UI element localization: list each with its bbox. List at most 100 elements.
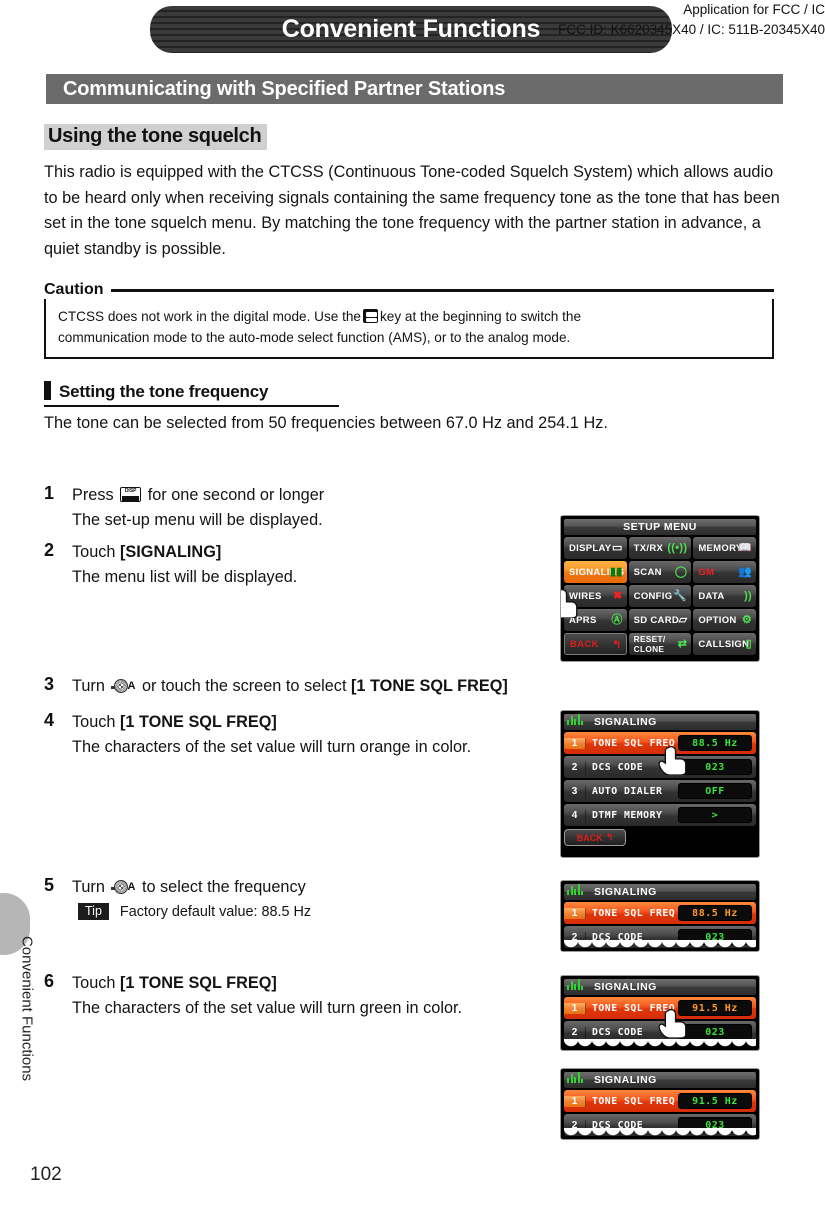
menu-cell-callsign[interactable]: CALLSIGN ▯	[693, 633, 756, 655]
folder-icon: ▱	[678, 614, 688, 626]
menu-cell-sdcard[interactable]: SD CARD ▱	[628, 609, 692, 631]
bars-icon: ▮▮	[609, 566, 623, 578]
menu-cell-txrx[interactable]: TX/RX ((•))	[628, 537, 692, 559]
signaling-row-4[interactable]: 4 DTMF MEMORY >	[564, 804, 756, 826]
menu-cell-label: SD CARD	[633, 614, 680, 626]
caution-line-1: CTCSS does not work in the digital mode.…	[58, 306, 762, 327]
caution-body: CTCSS does not work in the digital mode.…	[44, 299, 774, 359]
menu-cell-option[interactable]: OPTION ⚙	[693, 609, 756, 631]
row-value[interactable]: >	[678, 807, 752, 823]
section-title-text: Communicating with Specified Partner Sta…	[63, 77, 506, 100]
menu-cell-label: TX/RX	[633, 542, 664, 554]
step-3-main-c: [1 TONE SQL FREQ]	[351, 677, 508, 695]
step-6-main: Touch [1 TONE SQL FREQ]	[72, 971, 524, 995]
menu-cell-memory[interactable]: MEMORY 📖	[693, 537, 756, 559]
procedure-heading-text: Setting the tone frequency	[59, 382, 269, 401]
fcc-application-line: Application for FCC / IC	[683, 2, 825, 17]
swap-arrows-icon: ⇄	[677, 638, 688, 650]
signaling-title-text: SIGNALING	[594, 981, 657, 993]
signaling-row-1[interactable]: 1 TONE SQL FREQ 88.5 Hz	[564, 902, 756, 924]
step-2-main-b: [SIGNALING]	[119, 543, 222, 561]
step-1-main: Press DISP for one second or longer	[72, 483, 524, 507]
step-5-main-a: Turn	[72, 878, 105, 896]
menu-cell-label: DATA	[698, 590, 725, 602]
step-6-main-b: [1 TONE SQL FREQ]	[119, 974, 277, 992]
menu-cell-label: CALLSIGN	[698, 638, 750, 650]
menu-cell-data[interactable]: DATA))	[693, 585, 756, 607]
signaling-title-bar: SIGNALING	[564, 1072, 756, 1088]
setup-menu-screen: SETUP MENU DISPLAY ▭ TX/RX ((•)) MEMORY 📖 S…	[560, 515, 760, 662]
heading-underline	[44, 405, 339, 407]
caution-rule	[110, 289, 774, 292]
ams-key-icon	[363, 309, 378, 323]
menu-cell-gm[interactable]: GM 👥	[693, 561, 756, 583]
subsection-heading: Using the tone squelch	[44, 124, 268, 150]
row-index: 2	[564, 1026, 586, 1038]
step-3: 3 Turn A or touch the screen to select […	[44, 674, 564, 698]
row-label: DTMF MEMORY	[592, 809, 663, 821]
dial-knob-icon: A	[111, 679, 135, 694]
torn-edge	[564, 1128, 756, 1137]
menu-cell-config[interactable]: CONFIG 🔧	[628, 585, 692, 607]
step-3-main: Turn A or touch the screen to select [1 …	[72, 674, 564, 698]
row-index: 3	[564, 785, 586, 797]
step-1: 1 Press DISP for one second or longer Th…	[44, 483, 524, 534]
fcc-id-line: FCC ID: K6620345X40 / IC: 511B-20345X40	[558, 22, 825, 37]
step-3-number: 3	[44, 674, 55, 694]
menu-cell-scan[interactable]: SCAN ◯	[628, 561, 692, 583]
menu-cell-back[interactable]: BACK ↰	[564, 633, 627, 655]
menu-cell-signaling[interactable]: SIGNALING ▮▮	[564, 561, 627, 583]
signaling-screen-full: SIGNALING 1 TONE SQL FREQ 88.5 Hz 2 DCS …	[560, 710, 760, 858]
step-4-number: 4	[44, 710, 55, 730]
tip-badge: Tip	[78, 903, 109, 920]
tip-text: Factory default value: 88.5 Hz	[119, 904, 312, 920]
signaling-row-1[interactable]: 1 TONE SQL FREQ 91.5 Hz	[564, 1090, 756, 1112]
step-5-main: Turn A to select the frequency	[72, 875, 524, 899]
step-2-sub: The menu list will be displayed.	[72, 568, 298, 586]
signal-bars-icon	[567, 714, 583, 725]
step-6: 6 Touch [1 TONE SQL FREQ] The characters…	[44, 971, 524, 1021]
menu-cell-reset-clone[interactable]: RESET/ CLONE ⇄	[628, 633, 692, 655]
setup-menu-grid: DISPLAY ▭ TX/RX ((•)) MEMORY 📖 SIGNALING ▮▮ …	[564, 537, 756, 655]
step-2: 2 Touch [SIGNALING] The menu list will b…	[44, 540, 524, 591]
menu-cell-label: RESET/ CLONE	[633, 634, 666, 654]
caution-line-2: communication mode to the auto-mode sele…	[58, 330, 571, 345]
book-icon: 📖	[738, 542, 752, 554]
menu-cell-label: SCAN	[633, 566, 662, 578]
signaling-screen-step6b: SIGNALING 1 TONE SQL FREQ 91.5 Hz 2 DCS …	[560, 1068, 760, 1140]
row-label: TONE SQL FREQ	[592, 1095, 676, 1107]
step-3-main-b: or touch the screen to select	[141, 677, 347, 695]
procedure-lead: The tone can be selected from 50 frequen…	[44, 414, 608, 432]
antenna-icon: ((•))	[667, 542, 688, 554]
signaling-row-3[interactable]: 3 AUTO DIALER OFF	[564, 780, 756, 802]
back-label: BACK	[576, 832, 603, 843]
step-1-number: 1	[44, 483, 55, 503]
intro-paragraph: This radio is equipped with the CTCSS (C…	[44, 163, 780, 258]
signaling-title-bar: SIGNALING	[564, 979, 756, 995]
signaling-back-button[interactable]: BACK ↰	[564, 829, 626, 846]
row-value[interactable]: OFF	[678, 783, 752, 799]
signaling-screen-step5: SIGNALING 1 TONE SQL FREQ 88.5 Hz 2 DCS …	[560, 880, 760, 952]
row-value[interactable]: 88.5 Hz	[678, 905, 752, 921]
setup-menu-title: SETUP MENU	[564, 519, 756, 535]
step-4-sub: The characters of the set value will tur…	[72, 738, 472, 756]
step-6-number: 6	[44, 971, 55, 991]
gears-icon: ⚙	[741, 614, 752, 626]
row-index: 1	[564, 737, 586, 749]
row-index: 1	[564, 907, 586, 919]
step-4-main-a: Touch	[72, 713, 116, 731]
row-value[interactable]: 91.5 Hz	[678, 1093, 752, 1109]
caution-header: Caution	[44, 280, 774, 299]
row-index: 1	[564, 1002, 586, 1014]
menu-cell-label: MEMORY	[698, 542, 743, 554]
menu-cell-display[interactable]: DISPLAY ▭	[564, 537, 627, 559]
signaling-title-text: SIGNALING	[594, 886, 657, 898]
row-label: AUTO DIALER	[592, 785, 663, 797]
step-4-main-b: [1 TONE SQL FREQ]	[119, 713, 277, 731]
back-arrow-icon: ↰	[612, 639, 622, 651]
step-2-main: Touch [SIGNALING]	[72, 540, 524, 564]
menu-cell-label: BACK	[570, 638, 599, 650]
menu-cell-label: OPTION	[698, 614, 737, 626]
signal-bars-icon	[567, 884, 583, 895]
step-4: 4 Touch [1 TONE SQL FREQ] The characters…	[44, 710, 524, 760]
